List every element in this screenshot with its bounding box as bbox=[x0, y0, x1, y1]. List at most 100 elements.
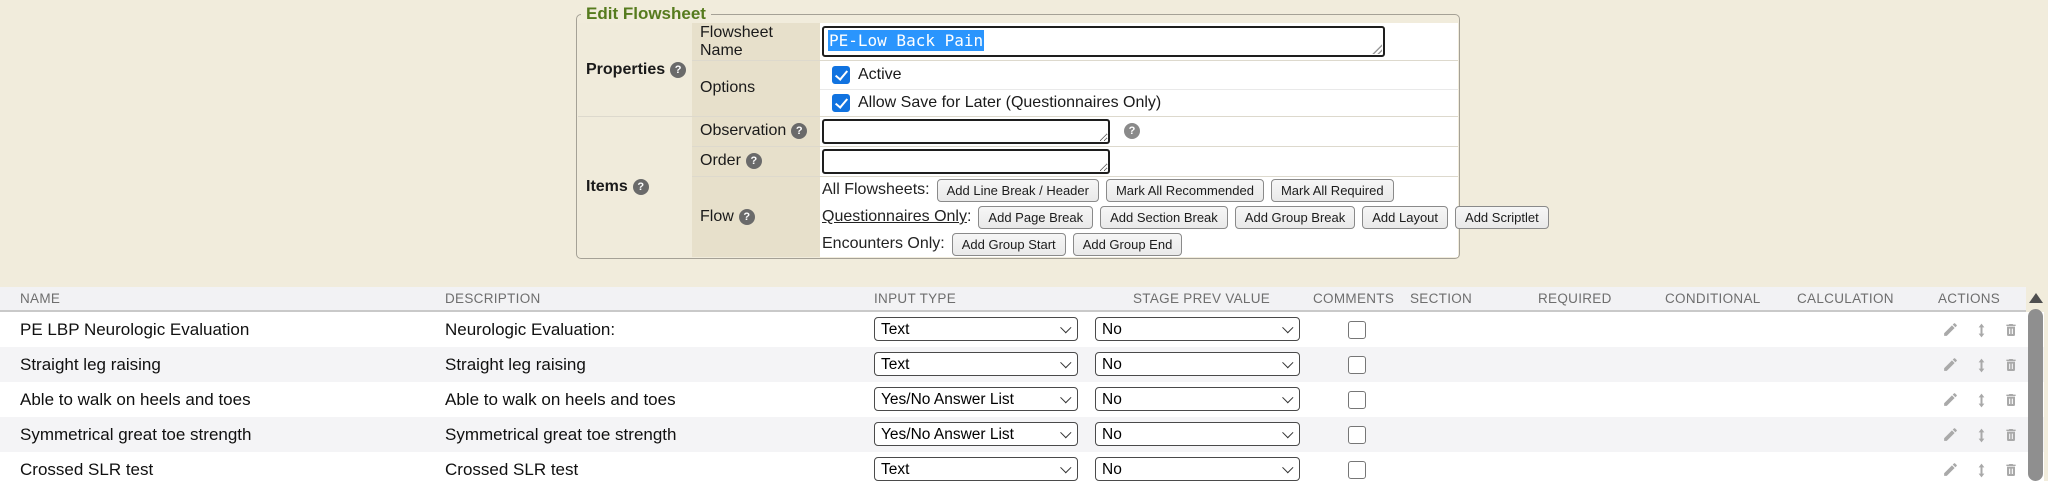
pencil-icon[interactable] bbox=[1942, 356, 1960, 374]
stage-prev-value-select-wrap: No bbox=[1095, 422, 1300, 446]
input-type-select[interactable]: Yes/No Answer List bbox=[874, 422, 1078, 446]
scrollbar-track-edge bbox=[2044, 287, 2048, 481]
header-name: NAME bbox=[20, 287, 60, 310]
input-type-select[interactable]: Text bbox=[874, 352, 1078, 376]
order-label-cell: Order ? bbox=[692, 146, 820, 176]
flow-label-cell: Flow ? bbox=[692, 176, 820, 257]
observation-label: Observation bbox=[700, 122, 786, 140]
allow-save-checkbox[interactable] bbox=[832, 94, 850, 112]
divider bbox=[692, 146, 1458, 147]
option-row-active: Active bbox=[832, 60, 902, 89]
edit-flowsheet-screen: Edit Flowsheet Properties ? Items ? Flow… bbox=[0, 0, 2048, 481]
add-page-break-button[interactable]: Add Page Break bbox=[978, 206, 1093, 229]
stage-prev-value-select-wrap: No bbox=[1095, 387, 1300, 411]
comments-checkbox[interactable] bbox=[1348, 356, 1366, 374]
table-row: Symmetrical great toe strengthSymmetrica… bbox=[0, 417, 2048, 452]
help-icon[interactable]: ? bbox=[633, 179, 649, 195]
observation-input[interactable] bbox=[822, 119, 1110, 144]
stage-prev-value-select[interactable]: No bbox=[1095, 422, 1300, 446]
row-actions bbox=[1942, 382, 2019, 417]
add-layout-button[interactable]: Add Layout bbox=[1362, 206, 1448, 229]
input-type-select-wrap: Yes/No Answer List bbox=[874, 422, 1078, 446]
mark-all-recommended-button[interactable]: Mark All Recommended bbox=[1106, 179, 1264, 202]
move-vertical-icon[interactable] bbox=[1974, 426, 1989, 444]
encounters-only-label: Encounters Only: bbox=[822, 235, 945, 253]
header-description: DESCRIPTION bbox=[445, 287, 541, 310]
move-vertical-icon[interactable] bbox=[1974, 461, 1989, 479]
flowsheet-name-input[interactable]: PE-Low Back Pain bbox=[822, 26, 1385, 57]
move-vertical-icon[interactable] bbox=[1974, 356, 1989, 374]
stage-prev-value-select-wrap: No bbox=[1095, 317, 1300, 341]
pencil-icon[interactable] bbox=[1942, 461, 1960, 479]
stage-prev-value-select[interactable]: No bbox=[1095, 317, 1300, 341]
header-input-type: INPUT TYPE bbox=[874, 287, 956, 310]
option-row-allow-save: Allow Save for Later (Questionnaires Onl… bbox=[832, 89, 1161, 116]
help-icon[interactable]: ? bbox=[1124, 123, 1140, 139]
comments-checkbox[interactable] bbox=[1348, 321, 1366, 339]
flowsheet-name-label: Flowsheet Name bbox=[700, 24, 820, 60]
stage-prev-value-select[interactable]: No bbox=[1095, 352, 1300, 376]
trash-icon[interactable] bbox=[2003, 391, 2019, 409]
pencil-icon[interactable] bbox=[1942, 391, 1960, 409]
add-group-start-button[interactable]: Add Group Start bbox=[952, 233, 1066, 256]
input-type-select[interactable]: Text bbox=[874, 317, 1078, 341]
options-label: Options bbox=[700, 79, 755, 97]
header-actions: ACTIONS bbox=[1938, 287, 2000, 310]
input-type-select[interactable]: Text bbox=[874, 457, 1078, 481]
order-input[interactable] bbox=[822, 149, 1110, 174]
cell-name: Symmetrical great toe strength bbox=[20, 417, 251, 452]
table-row: PE LBP Neurologic EvaluationNeurologic E… bbox=[0, 312, 2048, 347]
table-body: PE LBP Neurologic EvaluationNeurologic E… bbox=[0, 312, 2048, 481]
input-type-select-wrap: Text bbox=[874, 457, 1078, 481]
move-vertical-icon[interactable] bbox=[1974, 391, 1989, 409]
cell-description: Straight leg raising bbox=[445, 347, 586, 382]
header-calculation: CALCULATION bbox=[1797, 287, 1894, 310]
comments-checkbox[interactable] bbox=[1348, 426, 1366, 444]
flow-row-all-flowsheets: All Flowsheets: Add Line Break / Header … bbox=[822, 177, 1456, 203]
help-icon[interactable]: ? bbox=[746, 153, 762, 169]
input-type-select-wrap: Text bbox=[874, 352, 1078, 376]
add-group-end-button[interactable]: Add Group End bbox=[1073, 233, 1183, 256]
mark-all-required-button[interactable]: Mark All Required bbox=[1271, 179, 1394, 202]
stage-prev-value-select-wrap: No bbox=[1095, 457, 1300, 481]
selected-text: PE-Low Back Pain bbox=[828, 30, 984, 51]
stage-prev-value-select[interactable]: No bbox=[1095, 387, 1300, 411]
trash-icon[interactable] bbox=[2003, 321, 2019, 339]
trash-icon[interactable] bbox=[2003, 356, 2019, 374]
add-scriptlet-button[interactable]: Add Scriptlet bbox=[1455, 206, 1549, 229]
add-line-break-header-button[interactable]: Add Line Break / Header bbox=[937, 179, 1099, 202]
all-flowsheets-label: All Flowsheets: bbox=[822, 181, 930, 199]
help-icon[interactable]: ? bbox=[670, 62, 686, 78]
add-group-break-button[interactable]: Add Group Break bbox=[1235, 206, 1355, 229]
comments-checkbox[interactable] bbox=[1348, 391, 1366, 409]
cell-name: PE LBP Neurologic Evaluation bbox=[20, 312, 249, 347]
active-checkbox[interactable] bbox=[832, 66, 850, 84]
row-actions bbox=[1942, 452, 2019, 481]
stage-prev-value-select[interactable]: No bbox=[1095, 457, 1300, 481]
help-icon[interactable]: ? bbox=[739, 209, 755, 225]
input-type-select[interactable]: Yes/No Answer List bbox=[874, 387, 1078, 411]
cell-description: Crossed SLR test bbox=[445, 452, 578, 481]
table-row: Able to walk on heels and toesAble to wa… bbox=[0, 382, 2048, 417]
add-section-break-button[interactable]: Add Section Break bbox=[1100, 206, 1228, 229]
table-row: Crossed SLR test Crossed SLR test Text No bbox=[0, 452, 2048, 481]
header-required: REQUIRED bbox=[1538, 287, 1612, 310]
trash-icon[interactable] bbox=[2003, 461, 2019, 479]
comments-checkbox[interactable] bbox=[1348, 461, 1366, 479]
items-group-cell: Items ? bbox=[578, 116, 692, 257]
scroll-up-icon[interactable] bbox=[2029, 293, 2043, 303]
input-type-select-wrap: Text bbox=[874, 317, 1078, 341]
row-actions bbox=[1942, 312, 2019, 347]
help-icon[interactable]: ? bbox=[791, 123, 807, 139]
panel-legend: Edit Flowsheet bbox=[581, 4, 711, 24]
pencil-icon[interactable] bbox=[1942, 426, 1960, 444]
active-checkbox-label: Active bbox=[858, 66, 902, 84]
pencil-icon[interactable] bbox=[1942, 321, 1960, 339]
cell-name: Crossed SLR test bbox=[20, 452, 153, 481]
resize-grip-icon[interactable] bbox=[1371, 43, 1382, 54]
scrollbar-thumb[interactable] bbox=[2028, 309, 2043, 481]
header-conditional: CONDITIONAL bbox=[1665, 287, 1761, 310]
move-vertical-icon[interactable] bbox=[1974, 321, 1989, 339]
trash-icon[interactable] bbox=[2003, 426, 2019, 444]
properties-group-label: Properties bbox=[586, 61, 665, 79]
